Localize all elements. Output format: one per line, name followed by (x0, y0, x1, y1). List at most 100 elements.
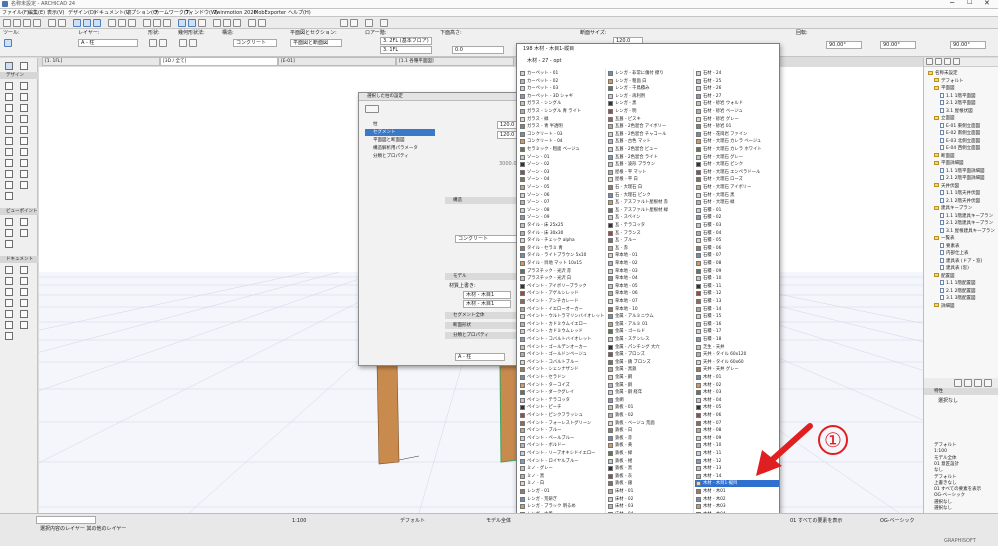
material-item[interactable]: 草本地 - 03 (607, 268, 693, 275)
material-item[interactable]: 木材 - 03 (695, 389, 779, 396)
material-item[interactable]: 金網 (607, 397, 693, 404)
material-item[interactable]: 鉄板 - 紺 (607, 458, 693, 465)
navigator-item[interactable]: E-02 南側立面図 (940, 130, 980, 137)
navigator-item[interactable]: 1.1 1階平面詳細図 (940, 167, 984, 175)
override-value[interactable]: デフォルト (400, 518, 425, 524)
info-icon[interactable] (984, 379, 992, 387)
material-item[interactable]: 石材 - 砂岩 グレー (695, 116, 779, 123)
navigator-item[interactable]: 立面図 (934, 115, 955, 122)
material-item[interactable]: 金属 - パンチング 大穴 (607, 344, 693, 351)
roof-tool-icon[interactable] (5, 104, 13, 112)
wall-end-icon[interactable] (20, 181, 28, 189)
material-item[interactable]: 草本地 - 06 (607, 290, 693, 297)
material-item[interactable]: 瓦 - アスファルト屋根材 緑 (607, 207, 693, 214)
figure-tool-icon[interactable] (5, 321, 13, 329)
help-icon[interactable] (380, 19, 388, 27)
material-item[interactable]: 石材 - 27 (695, 93, 779, 100)
material-item[interactable]: 瓦葺 - 波形 ブラウン (607, 161, 693, 168)
trace-icon[interactable] (188, 19, 196, 27)
structure-field[interactable]: コンクリート (455, 235, 525, 243)
material-item[interactable]: 瓦葺 - 古色 マット (607, 138, 693, 145)
angle-field[interactable]: 90.00° (826, 41, 862, 49)
material-item[interactable]: 鉄板 - 黒 (607, 465, 693, 472)
view-setting-item[interactable]: 選択なし (934, 505, 952, 512)
corner-window-icon[interactable] (5, 181, 13, 189)
navigator-item[interactable]: 3.1 3階配置図 (940, 295, 975, 302)
offset-field[interactable]: 0.0 (452, 46, 504, 54)
navigator-item[interactable]: 建具表 (ドア・窓) (940, 257, 982, 265)
navigator-item[interactable]: 要素表 (940, 242, 960, 250)
material-item[interactable]: 天井 - 天井 グレー (695, 366, 779, 373)
window-tool-icon[interactable] (20, 137, 28, 145)
zone-tool-icon[interactable] (20, 148, 28, 156)
list-icon[interactable] (340, 19, 348, 27)
material-item[interactable]: 石積 - 01 (695, 207, 779, 214)
material-item[interactable]: 瓦葺 - ピスキ (607, 116, 693, 123)
page-field[interactable] (36, 516, 96, 524)
menu-item[interactable]: ウィンドウ(W) (184, 10, 218, 16)
table-icon[interactable] (350, 19, 358, 27)
navigator-item[interactable]: 3.1 屋根伏図 (940, 107, 973, 115)
material-item[interactable]: ミノ - 黒 (519, 473, 605, 480)
new-file-icon[interactable] (3, 19, 11, 27)
material-item[interactable]: 木材 - 木01 (695, 488, 779, 495)
navigator-item[interactable]: 断面図 (934, 153, 955, 160)
material-item[interactable]: 石積 - 11 (695, 283, 779, 290)
interior-elev-icon[interactable] (5, 229, 13, 237)
material-item[interactable]: ペイント - イエローオーカー (519, 306, 605, 313)
material-item[interactable]: 石積 - 06 (695, 245, 779, 252)
marquee-icon[interactable] (83, 19, 91, 27)
material-item[interactable]: 草本地 - 07 (607, 298, 693, 305)
material-item[interactable]: カーペット - 03 (519, 85, 605, 92)
material-item[interactable]: 石材 - 砂岩 ベージュ (695, 108, 779, 115)
export-icon[interactable] (258, 19, 266, 27)
material-item[interactable]: 石材 - 25 (695, 78, 779, 85)
text-tool-icon[interactable] (5, 277, 13, 285)
render-icon[interactable] (143, 19, 151, 27)
structure-field[interactable]: コンクリート (233, 39, 277, 47)
material-item[interactable]: 石 - 大理石 ピンク (607, 192, 693, 199)
top-story-field[interactable]: 3. 2FL (基本フロア) (380, 37, 432, 45)
material-item[interactable]: 芝生 - 天井 (695, 344, 779, 351)
material-item[interactable]: ペイント - ロイヤルブルー (519, 458, 605, 465)
material-item[interactable]: 石積 - 12 (695, 290, 779, 297)
material-item[interactable]: ガラス - 緑 (519, 116, 605, 123)
material-item[interactable]: ペイント - ブルー (519, 427, 605, 434)
angle-field-3[interactable]: 90.00° (950, 41, 986, 49)
material-item[interactable]: 金属 - ゴールド (607, 328, 693, 335)
open-file-icon[interactable] (13, 19, 21, 27)
material-item[interactable]: 石材 - 24 (695, 70, 779, 77)
navigator-item[interactable]: 名称未設定 (928, 70, 958, 77)
material-item[interactable]: レンガ - 再利用 (607, 93, 693, 100)
material-item[interactable]: ペイント - アイボリーブラック (519, 283, 605, 290)
spline-tool-icon[interactable] (5, 310, 13, 318)
material-item[interactable]: タイル - 目地 マット 10x15 (519, 260, 605, 267)
geometry-icon[interactable] (189, 39, 197, 47)
material-item[interactable]: カーペット - 3D シャギ (519, 93, 605, 100)
twinmotion-icon[interactable] (248, 19, 256, 27)
mesh-tool-icon[interactable] (5, 159, 13, 167)
undo-icon[interactable] (48, 19, 56, 27)
toolbox-section-document[interactable]: ドキュメント (0, 256, 38, 263)
section-icon[interactable] (163, 19, 171, 27)
menu-item[interactable]: MobExporter (254, 10, 286, 16)
material-item[interactable]: タイル - 床 30x30 (519, 230, 605, 237)
navigator-item[interactable]: E-04 西側立面図 (940, 145, 980, 152)
material-item[interactable]: 床材 - 01 (607, 488, 693, 495)
material-item[interactable]: カーペット - 02 (519, 78, 605, 85)
material-item[interactable]: 草本地 - 01 (607, 252, 693, 259)
navigator-item[interactable]: 1.1 1階天井伏図 (940, 190, 980, 197)
tab-plans[interactable]: [1.1 各種平面図] (396, 57, 514, 66)
material-item[interactable]: 金属 - ブロンズ (607, 351, 693, 358)
surface-side-field[interactable]: 木材 - 木目1 (463, 300, 511, 308)
maximize-button[interactable]: ☐ (967, 0, 972, 6)
elevation-tool-icon[interactable] (20, 218, 28, 226)
navigator-item[interactable]: 一覧表 (934, 235, 955, 242)
material-item[interactable]: 鉄板 - ベージュ 荒面 (607, 420, 693, 427)
material-item[interactable]: 木材 - 木02 (695, 496, 779, 503)
navigator-item[interactable]: 天井伏図 (934, 183, 959, 190)
material-item[interactable]: タイル - チェック alpha (519, 237, 605, 244)
material-item[interactable]: 金属 - アルミ 01 (607, 321, 693, 328)
navigator-item[interactable]: 建具キープラン (934, 205, 972, 212)
material-item[interactable]: ペイント - ダークグレイ (519, 389, 605, 396)
